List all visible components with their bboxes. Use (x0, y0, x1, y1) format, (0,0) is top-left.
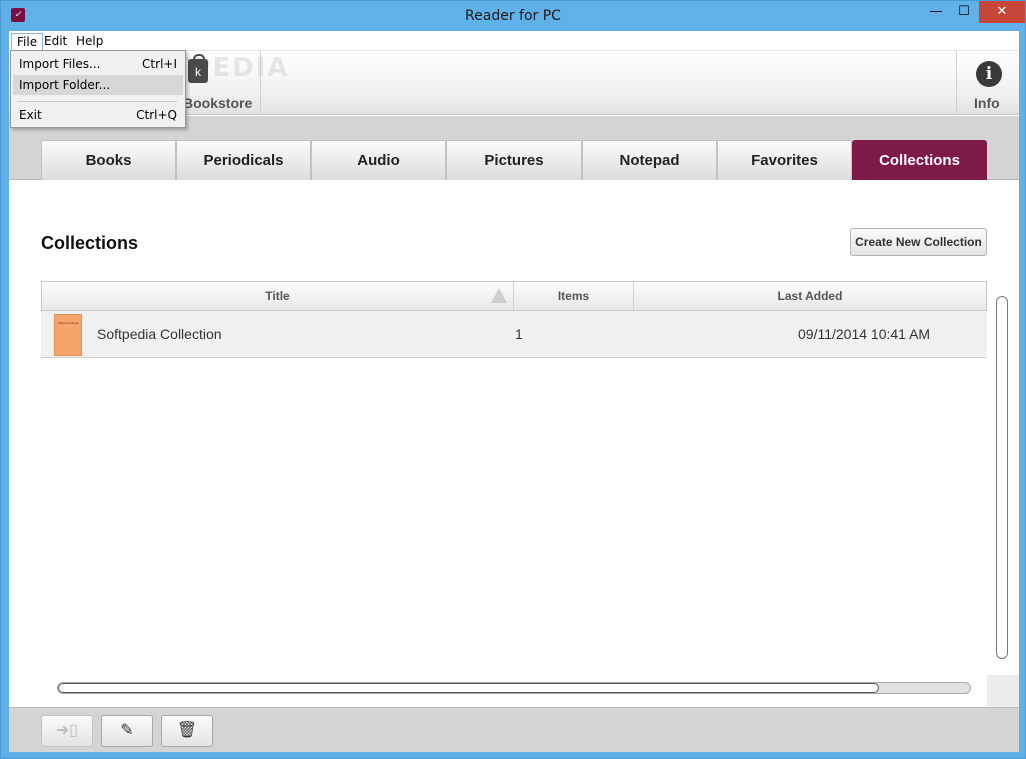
horizontal-scroll-thumb[interactable] (58, 683, 879, 693)
column-header-title[interactable]: Title (42, 282, 514, 310)
sort-ascending-icon (491, 288, 507, 303)
collection-thumbnail: Softpedia Book (54, 314, 82, 356)
maximize-button[interactable]: ☐ (951, 1, 977, 23)
bookstore-label: Bookstore (183, 95, 253, 111)
menu-item-shortcut: Ctrl+I (142, 57, 177, 71)
horizontal-scrollbar[interactable] (57, 682, 971, 694)
menu-bar: File Edit Help (9, 31, 1019, 51)
menu-item-import-files[interactable]: Import Files... Ctrl+I (13, 54, 183, 74)
title-bar[interactable]: ✓ Reader for PC — ☐ ✕ (1, 1, 1025, 31)
close-button[interactable]: ✕ (979, 1, 1025, 23)
menu-separator (17, 101, 177, 102)
menu-help[interactable]: Help (71, 33, 108, 51)
tab-collections[interactable]: Collections (852, 140, 987, 180)
menu-item-import-folder[interactable]: Import Folder... (13, 75, 183, 95)
collections-table: Title Items Last Added Softpedia Book So… (41, 281, 987, 358)
window-title: Reader for PC (465, 8, 561, 24)
menu-item-exit[interactable]: Exit Ctrl+Q (13, 105, 183, 125)
menu-edit[interactable]: Edit (39, 33, 72, 51)
bottom-toolbar: ➜▯ ✎ 🗑 (9, 707, 1019, 752)
client-area: File Edit Help SOFTPEDIA k Bookstore i I… (9, 31, 1019, 752)
menu-item-label: Import Files... (19, 57, 101, 71)
shopping-bag-icon: k (188, 54, 208, 83)
delete-button[interactable]: 🗑 (161, 715, 213, 747)
horizontal-scroll-area (9, 679, 987, 707)
column-header-items[interactable]: Items (514, 282, 634, 310)
table-row[interactable]: Softpedia Book Softpedia Collection 1 09… (41, 311, 987, 358)
collections-panel: Collections Create New Collection Title … (9, 181, 1019, 707)
create-new-collection-button[interactable]: Create New Collection (850, 228, 987, 256)
info-icon: i (976, 61, 1002, 87)
app-window: ✓ Reader for PC — ☐ ✕ File Edit Help SOF… (0, 0, 1026, 759)
table-header: Title Items Last Added (41, 281, 987, 311)
file-menu-dropdown: Import Files... Ctrl+I Import Folder... … (10, 50, 186, 128)
tab-audio[interactable]: Audio (311, 140, 446, 180)
minimize-button[interactable]: — (921, 1, 951, 23)
edit-button[interactable]: ✎ (101, 715, 153, 747)
menu-item-label: Exit (19, 108, 42, 122)
info-label: Info (974, 95, 1000, 111)
cell-title: Softpedia Collection (97, 326, 222, 342)
tab-favorites[interactable]: Favorites (717, 140, 852, 180)
send-to-device-button[interactable]: ➜▯ (41, 715, 93, 747)
tab-pictures[interactable]: Pictures (446, 140, 582, 180)
page-title: Collections (41, 233, 139, 253)
cell-items: 1 (515, 326, 523, 342)
menu-item-shortcut: Ctrl+Q (136, 108, 177, 122)
vertical-scrollbar[interactable] (996, 296, 1008, 659)
cell-last-added: 09/11/2014 10:41 AM (798, 326, 931, 342)
tab-notepad[interactable]: Notepad (582, 140, 717, 180)
column-header-last-added[interactable]: Last Added (634, 282, 986, 310)
menu-item-label: Import Folder... (19, 78, 111, 92)
scroll-corner (987, 675, 1019, 707)
tab-books[interactable]: Books (41, 140, 176, 180)
info-button[interactable]: i Info (956, 51, 1019, 115)
tab-periodicals[interactable]: Periodicals (176, 140, 311, 180)
